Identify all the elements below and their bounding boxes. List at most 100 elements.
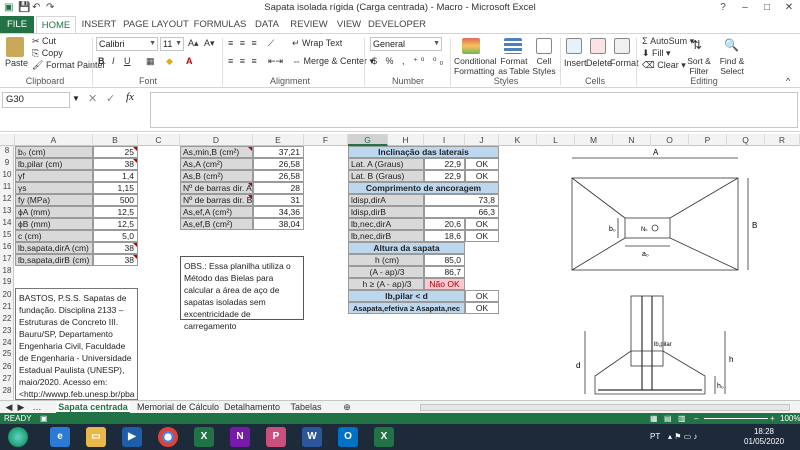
sort-filter-icon[interactable]: ⇅ — [692, 38, 702, 52]
column-header[interactable]: M — [575, 134, 613, 146]
column-header[interactable]: K — [499, 134, 537, 146]
input-value[interactable]: 25 — [93, 146, 138, 158]
format-cells-button[interactable]: Format — [610, 58, 639, 68]
column-header[interactable]: A — [15, 134, 93, 146]
row-header[interactable]: 22 — [0, 314, 14, 323]
row-header[interactable]: 15 — [0, 230, 14, 239]
row-header[interactable]: 8 — [0, 146, 14, 155]
input-value[interactable]: 500 — [93, 194, 138, 206]
media-player-icon[interactable]: ▶ — [122, 427, 142, 447]
row-header[interactable]: 21 — [0, 302, 14, 311]
tab-insert[interactable]: INSERT — [78, 16, 120, 33]
row-header[interactable]: 9 — [0, 158, 14, 167]
row-header[interactable]: 17 — [0, 254, 14, 263]
column-header[interactable]: D — [180, 134, 253, 146]
row-header[interactable]: 16 — [0, 242, 14, 251]
check-value[interactable]: 22,9 — [424, 170, 465, 182]
file-explorer-icon[interactable]: ▭ — [86, 427, 106, 447]
tab-file[interactable]: FILE — [0, 16, 34, 33]
column-header[interactable]: E — [253, 134, 304, 146]
namebox-dropdown-icon[interactable]: ▼ — [72, 94, 80, 103]
outlook-icon[interactable]: O — [338, 427, 358, 447]
column-header[interactable]: R — [765, 134, 800, 146]
grow-font-icon[interactable]: A▴ — [188, 38, 199, 49]
minimize-icon[interactable]: – — [734, 0, 756, 16]
row-header[interactable]: 13 — [0, 206, 14, 215]
status-cell[interactable]: OK — [465, 218, 499, 230]
column-header[interactable]: I — [424, 134, 465, 146]
result-value[interactable]: 38,04 — [253, 218, 304, 230]
row-header[interactable]: 24 — [0, 338, 14, 347]
insert-cells-button[interactable]: Insert — [564, 58, 587, 68]
wrap-text-button[interactable]: ↵ Wrap Text — [292, 38, 342, 49]
word-icon[interactable]: W — [302, 427, 322, 447]
status-cell[interactable]: OK — [465, 158, 499, 170]
row-header[interactable]: 20 — [0, 290, 14, 299]
cell-styles-icon[interactable] — [536, 38, 552, 54]
indent-icon[interactable]: ⇤⇥ — [268, 56, 283, 67]
check-value[interactable]: 86,7 — [424, 266, 465, 278]
row-header[interactable]: 10 — [0, 170, 14, 179]
zoom-level[interactable]: 100% — [780, 413, 800, 424]
zoom-in-icon[interactable]: + — [770, 413, 775, 424]
format-cells-icon[interactable] — [614, 38, 630, 54]
row-header[interactable]: 14 — [0, 218, 14, 227]
input-value[interactable]: 1,15 — [93, 182, 138, 194]
tab-data[interactable]: DATA — [248, 16, 286, 33]
enter-icon[interactable]: ✓ — [106, 92, 115, 105]
result-value[interactable]: 28 — [253, 182, 304, 194]
find-select-button[interactable]: Find & Select — [716, 56, 748, 76]
input-value[interactable]: 12,5 — [93, 206, 138, 218]
autosum-button[interactable]: Σ AutoSum ▾ — [642, 36, 694, 47]
status-cell[interactable]: OK — [465, 170, 499, 182]
horizontal-scrollbar[interactable] — [420, 404, 790, 411]
fill-color-icon[interactable]: ◆ — [166, 56, 173, 67]
onenote-icon[interactable]: N — [230, 427, 250, 447]
font-size-select[interactable]: 11 ▼ — [160, 37, 184, 51]
result-value[interactable]: 31 — [253, 194, 304, 206]
check-value[interactable]: 66,3 — [424, 206, 499, 218]
column-header[interactable]: F — [304, 134, 348, 146]
row-header[interactable]: 26 — [0, 362, 14, 371]
column-header[interactable]: L — [537, 134, 575, 146]
input-value[interactable]: 5,0 — [93, 230, 138, 242]
row-header[interactable]: 23 — [0, 326, 14, 335]
cancel-icon[interactable]: ✕ — [88, 92, 97, 105]
row-header[interactable]: 11 — [0, 182, 14, 191]
align-top-icons[interactable]: ≡ ≡ ≡ — [228, 38, 259, 48]
delete-cells-icon[interactable] — [590, 38, 606, 54]
merge-center-button[interactable]: ⇔ Merge & Center ▾ — [292, 56, 374, 67]
status-cell[interactable]: OK — [465, 230, 499, 242]
clock-date[interactable]: 01/05/2020 — [744, 437, 784, 446]
column-header[interactable]: H — [388, 134, 424, 146]
fill-button[interactable]: ⬇ Fill ▾ — [642, 48, 671, 59]
column-header[interactable]: P — [689, 134, 727, 146]
format-as-table-button[interactable]: Format as Table — [496, 56, 532, 76]
check-value[interactable]: 85,0 — [424, 254, 465, 266]
select-all-corner[interactable] — [0, 134, 15, 146]
input-value[interactable]: 38 — [93, 242, 138, 254]
check-value[interactable]: 20,6 — [424, 218, 465, 230]
tab-page-layout[interactable]: PAGE LAYOUT — [120, 16, 192, 33]
conditional-formatting-button[interactable]: Conditional Formatting — [454, 56, 497, 76]
tray-icons[interactable]: ▴ ⚑ ▭ ♪ — [668, 432, 697, 441]
sort-filter-button[interactable]: Sort & Filter — [684, 56, 714, 76]
check-value[interactable]: 22,9 — [424, 158, 465, 170]
font-color-icon[interactable]: A — [186, 56, 193, 66]
row-header[interactable]: 19 — [0, 277, 14, 286]
align-left-icons[interactable]: ≡ ≡ ≡ — [228, 56, 259, 66]
underline-icon[interactable]: U — [124, 56, 131, 66]
clear-button[interactable]: ⌫ Clear ▾ — [642, 60, 686, 71]
page-break-view-icon[interactable]: ▥ — [678, 413, 686, 424]
row-header[interactable]: 27 — [0, 374, 14, 383]
check-value[interactable]: 18,6 — [424, 230, 465, 242]
column-header[interactable]: C — [138, 134, 180, 146]
column-header[interactable]: J — [465, 134, 499, 146]
paste-button[interactable]: Paste — [5, 58, 28, 68]
row-header[interactable]: 18 — [0, 266, 14, 275]
tab-formulas[interactable]: FORMULAS — [192, 16, 248, 33]
result-value[interactable]: 34,36 — [253, 206, 304, 218]
cut-button[interactable]: ✂ Cut — [32, 36, 56, 47]
page-layout-view-icon[interactable]: ▤ — [664, 413, 672, 424]
column-header[interactable]: Q — [727, 134, 765, 146]
